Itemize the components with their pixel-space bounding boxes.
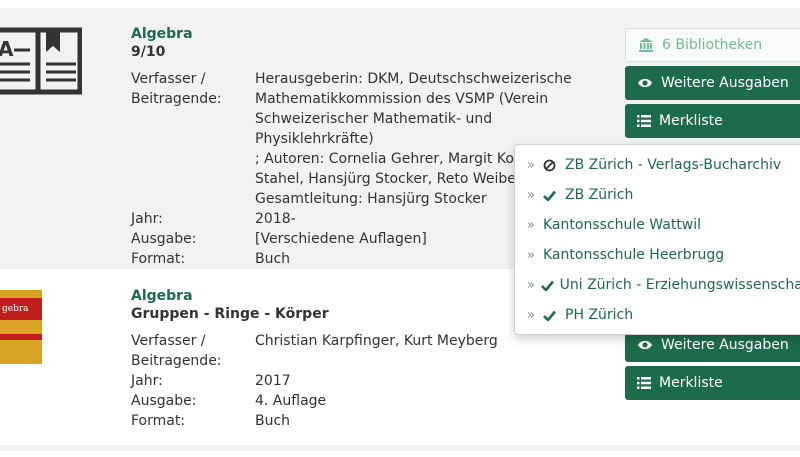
ban-icon — [543, 159, 565, 172]
meta-key: Format: — [131, 251, 186, 267]
meta-val: 4. Auflage — [255, 393, 327, 409]
meta-key: Jahr: — [131, 211, 163, 227]
library-label: ZB Zürich - Verlags-Bucharchiv — [565, 157, 782, 173]
chevron-right-icon: » — [527, 247, 535, 263]
result-title-link[interactable]: Algebra — [131, 26, 193, 42]
meta-row: Beitragende: — [131, 351, 601, 371]
eye-icon — [638, 340, 652, 350]
meta-key: Jahr: — [131, 373, 163, 389]
meta-val: Schweizerischer Mathematik- und Physikle… — [255, 111, 493, 147]
result-subtitle: 9/10 — [131, 44, 166, 60]
library-label: Kantonsschule Wattwil — [543, 217, 702, 233]
meta-row: Beitragende: Mathematikkommission des VSM… — [131, 89, 601, 109]
meta-key: Verfasser / — [131, 333, 206, 349]
meta-row: Format: Buch — [131, 411, 601, 431]
watchlist-label: Merkliste — [659, 113, 723, 129]
chevron-right-icon: » — [527, 157, 535, 173]
result-subtitle: Gruppen - Ringe - Körper — [131, 306, 329, 322]
cover-band — [0, 334, 42, 340]
list-icon — [637, 115, 651, 127]
meta-key — [131, 189, 255, 209]
library-label: ZB Zürich — [565, 187, 634, 203]
meta-row: Schweizerischer Mathematik- und Physikle… — [131, 109, 601, 149]
meta-row: Verfasser / Herausgeberin: DKM, Deutschsc… — [131, 69, 601, 89]
chevron-right-icon: » — [527, 277, 535, 293]
open-book-icon: A — [0, 27, 82, 95]
check-icon — [540, 280, 560, 291]
meta-key: Verfasser / — [131, 71, 206, 87]
chevron-right-icon: » — [527, 217, 535, 233]
meta-key — [131, 109, 255, 149]
meta-key: Ausgabe: — [131, 393, 197, 409]
library-item[interactable]: » ZB Zürich - Verlags-Bucharchiv — [515, 150, 800, 180]
book-cover-image[interactable]: gebra — [0, 290, 42, 364]
meta-key: Format: — [131, 413, 186, 429]
libraries-button[interactable]: 6 Bibliotheken — [625, 28, 800, 62]
meta-val: Herausgeberin: DKM, Deutschschweizerisch… — [255, 71, 572, 87]
library-item[interactable]: » Kantonsschule Wattwil — [515, 210, 800, 240]
libraries-dropdown: » ZB Zürich - Verlags-Bucharchiv » ZB Zü… — [514, 144, 800, 335]
chevron-right-icon: » — [527, 187, 535, 203]
result-meta: Verfasser / Christian Karpfinger, Kurt Me… — [131, 331, 601, 431]
meta-val: Buch — [255, 413, 291, 429]
chevron-right-icon: » — [527, 307, 535, 323]
cover-title: gebra — [2, 304, 29, 314]
meta-key: Ausgabe: — [131, 231, 197, 247]
check-icon — [543, 190, 565, 201]
meta-row: Ausgabe: 4. Auflage — [131, 391, 601, 411]
svg-text:A: A — [0, 37, 14, 61]
meta-val — [255, 351, 601, 371]
library-label: Uni Zürich - Erziehungswissenschaft — [559, 277, 800, 293]
more-editions-label: Weitere Ausgaben — [661, 75, 789, 91]
more-editions-label: Weitere Ausgaben — [661, 337, 789, 353]
meta-row: Jahr: 2017 — [131, 371, 601, 391]
meta-val: 2017 — [255, 373, 291, 389]
library-item[interactable]: » Uni Zürich - Erziehungswissenschaft — [515, 270, 800, 300]
watchlist-label: Merkliste — [659, 375, 723, 391]
libraries-label: 6 Bibliotheken — [662, 37, 763, 53]
list-icon — [637, 377, 651, 389]
meta-key — [131, 149, 255, 169]
library-item[interactable]: » PH Zürich — [515, 300, 800, 330]
result-title-link[interactable]: Algebra — [131, 288, 193, 304]
library-label: PH Zürich — [565, 307, 634, 323]
eye-icon — [638, 78, 652, 88]
meta-key: Beitragende: — [131, 91, 222, 107]
meta-key — [131, 169, 255, 189]
institution-icon — [639, 38, 653, 52]
check-icon — [543, 310, 565, 321]
library-item[interactable]: » ZB Zürich — [515, 180, 800, 210]
more-editions-button[interactable]: Weitere Ausgaben — [625, 66, 800, 100]
library-label: Kantonsschule Heerbrugg — [543, 247, 725, 263]
meta-val: Mathematikkommission des VSMP (Verein — [255, 91, 549, 107]
meta-key: Beitragende: — [131, 353, 222, 369]
library-item[interactable]: » Kantonsschule Heerbrugg — [515, 240, 800, 270]
watchlist-button[interactable]: Merkliste — [625, 366, 800, 400]
watchlist-button[interactable]: Merkliste — [625, 104, 800, 138]
